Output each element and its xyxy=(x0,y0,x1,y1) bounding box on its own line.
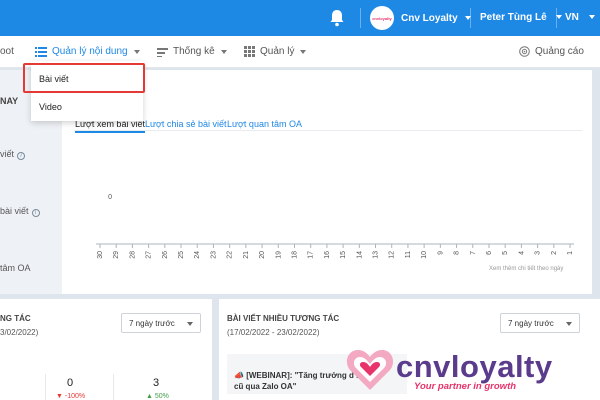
x-tick-label: 26 xyxy=(162,251,169,259)
watermark-tagline: Your partner in growth xyxy=(414,381,517,392)
chevron-down-icon xyxy=(588,15,595,20)
x-tick-label: 15 xyxy=(340,251,347,259)
x-tick-label: 17 xyxy=(308,251,315,259)
user-name: Peter Tùng Lê xyxy=(480,12,547,23)
stat-delta-up: ▲ 50% xyxy=(146,393,169,400)
chevron-down-icon xyxy=(187,322,193,326)
nav-item-chatbot[interactable]: oot xyxy=(0,46,14,57)
summary-label-shares: bài viết i xyxy=(0,206,40,217)
x-tick-label: 20 xyxy=(259,251,266,259)
tab-post-shares[interactable]: Lượt chia sẻ bài viết xyxy=(145,119,226,129)
x-tick-label: 25 xyxy=(178,251,185,259)
chevron-down-icon xyxy=(133,49,140,54)
bell-icon[interactable] xyxy=(329,9,345,27)
tab-oa-follows[interactable]: Lượt quan tâm OA xyxy=(227,119,302,129)
period-select[interactable]: 7 ngày trước xyxy=(500,313,580,333)
info-icon[interactable]: i xyxy=(17,152,26,160)
nav-item-content-management[interactable]: Quản lý nội dung xyxy=(35,46,140,57)
x-tick-label: 10 xyxy=(421,251,428,259)
heart-logo-icon xyxy=(346,349,394,390)
tab-underline xyxy=(74,130,582,131)
chevron-down-icon xyxy=(566,322,572,326)
x-tick-label: 6 xyxy=(486,251,493,255)
x-tick-label: 2 xyxy=(551,251,558,255)
chevron-down-icon xyxy=(220,49,227,54)
summary-label-views: viết i xyxy=(0,149,26,160)
target-icon xyxy=(519,46,530,57)
x-tick-label: 29 xyxy=(113,251,120,259)
section-title: BÀI VIẾT NHIỀU TƯƠNG TÁC xyxy=(227,314,340,323)
views-line-chart: 030 29 28 27 26 25 24 23 22 21 20 19 18 17 16 15 14 13 12 1… xyxy=(96,194,574,259)
x-tick-label: 3 xyxy=(535,251,542,255)
info-icon[interactable]: i xyxy=(31,209,40,217)
x-tick-label: 1 xyxy=(567,251,574,255)
stat-value: 3 xyxy=(153,377,160,389)
chevron-down-icon xyxy=(300,49,307,54)
nav-item-manage[interactable]: Quản lý xyxy=(244,46,307,57)
divider xyxy=(113,374,114,400)
brand-switcher[interactable]: cnvloyalty Cnv Loyalty xyxy=(370,6,471,30)
period-select[interactable]: 7 ngày trước xyxy=(121,313,201,333)
x-tick-label: 11 xyxy=(405,251,412,258)
x-tick-label: 5 xyxy=(502,251,509,255)
divider xyxy=(45,374,46,400)
date-range: (17/02/2022 - 23/02/2022) xyxy=(227,328,320,337)
summary-label-follows: tâm OA xyxy=(0,263,31,273)
divider xyxy=(556,8,557,28)
highlight-box xyxy=(23,63,145,93)
x-tick-label: 8 xyxy=(454,251,461,255)
x-tick-label: 24 xyxy=(194,251,201,259)
x-tick-label: 16 xyxy=(324,251,331,259)
x-tick-label: 4 xyxy=(518,251,525,255)
x-tick-label: 30 xyxy=(97,251,104,259)
stat-value: 0 xyxy=(67,377,74,389)
section-title: NAY xyxy=(0,96,19,106)
x-tick-label: 12 xyxy=(389,251,396,259)
language-label: VN xyxy=(565,12,579,23)
announcement-icon: 📣 xyxy=(234,371,244,380)
x-tick-label: 19 xyxy=(275,251,282,259)
divider xyxy=(360,8,361,28)
bar-chart-icon xyxy=(157,47,168,57)
x-tick-label: 9 xyxy=(437,251,444,255)
nav-item-ads[interactable]: Quảng cáo xyxy=(519,46,584,57)
menu-item-video[interactable]: Video xyxy=(39,102,62,112)
divider xyxy=(470,8,471,28)
date-range: 3/02/2022) xyxy=(0,328,39,337)
x-tick-label: 23 xyxy=(210,251,217,259)
grid-icon xyxy=(244,46,255,57)
section-title: NG TÁC xyxy=(0,314,31,323)
x-tick-label: 21 xyxy=(243,251,250,259)
user-menu[interactable]: Peter Tùng Lê xyxy=(480,12,563,23)
x-tick-label: 13 xyxy=(373,251,380,259)
x-tick-label: 7 xyxy=(470,251,477,255)
y-tick-label: 0 xyxy=(108,194,112,201)
x-tick-label: 18 xyxy=(291,251,298,259)
list-icon xyxy=(35,46,47,57)
brand-name: Cnv Loyalty xyxy=(401,12,458,24)
x-tick-label: 14 xyxy=(356,251,363,259)
nav-item-statistics[interactable]: Thống kê xyxy=(157,46,227,57)
language-switcher[interactable]: VN xyxy=(565,12,595,23)
chevron-down-icon xyxy=(556,15,563,20)
top-bar: cnvloyalty Cnv Loyalty Peter Tùng Lê VN xyxy=(0,0,600,36)
stat-delta-down: ▼ -100% xyxy=(56,393,86,400)
x-tick-label: 28 xyxy=(129,251,136,259)
chart-detail-hint[interactable]: Xem thêm chi tiết theo ngày xyxy=(489,266,563,272)
x-tick-label: 27 xyxy=(146,251,153,259)
x-tick-label: 22 xyxy=(227,251,234,259)
brand-logo: cnvloyalty xyxy=(370,6,394,30)
watermark-wordmark: cnvloyalty xyxy=(396,349,553,384)
